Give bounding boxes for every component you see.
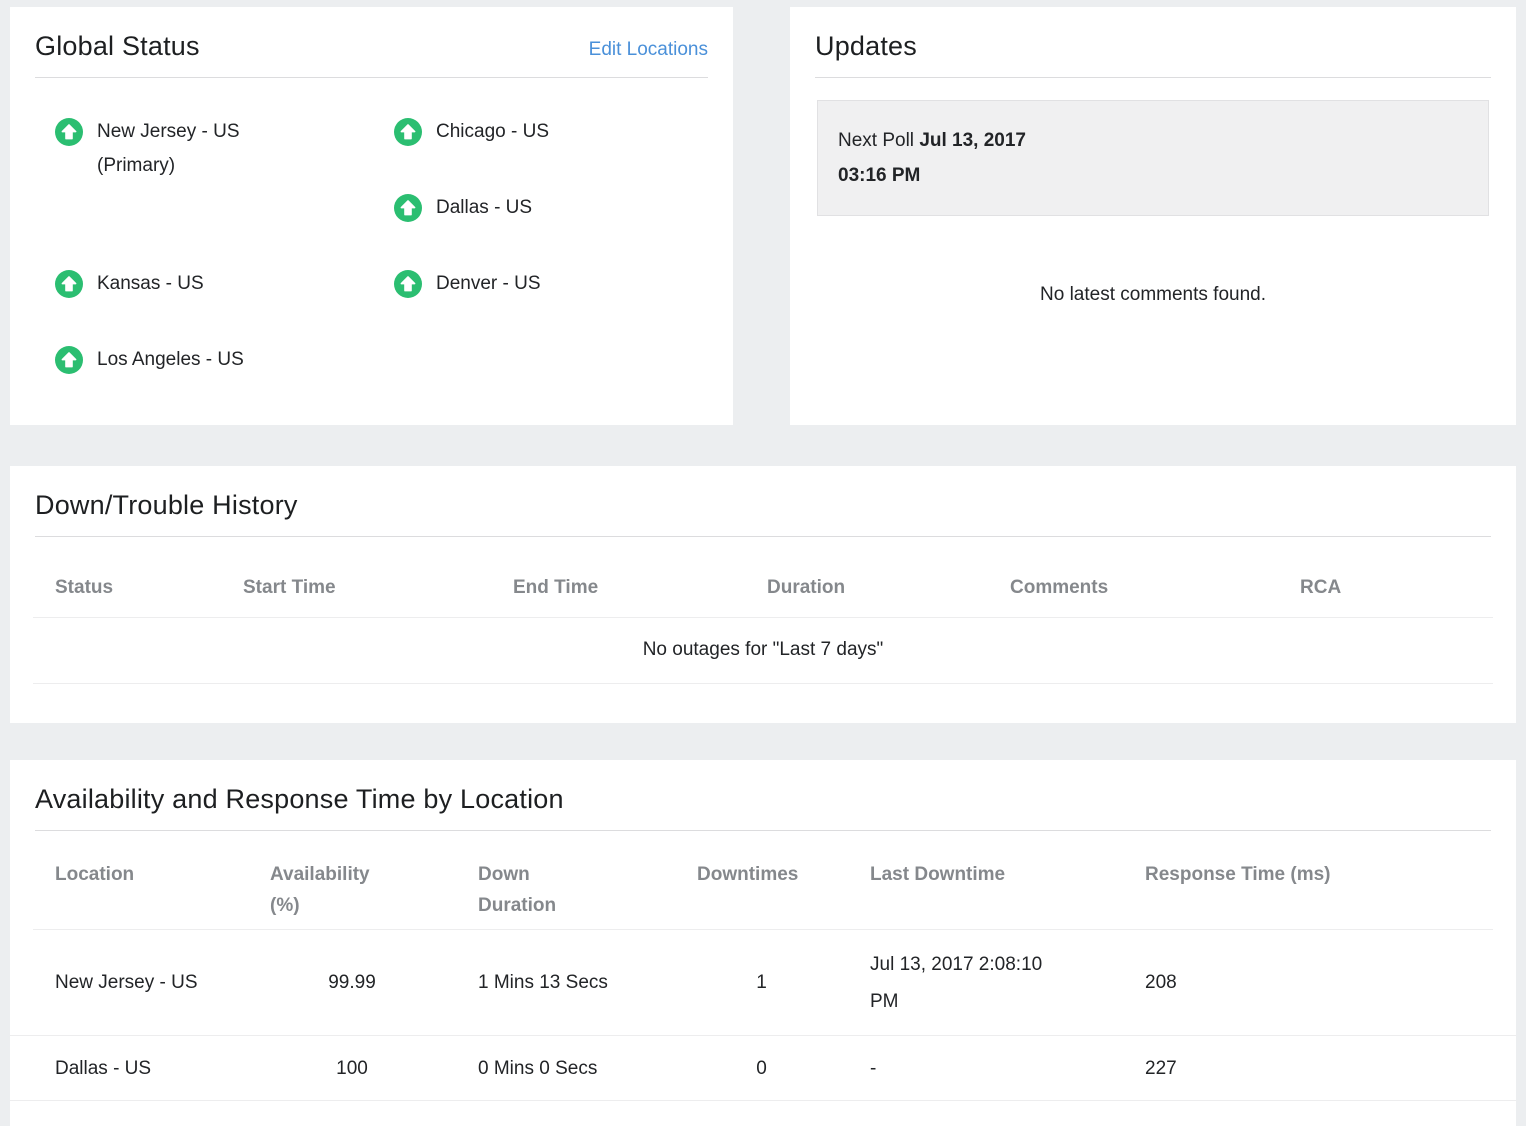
next-poll-label: Next Poll	[838, 130, 914, 151]
up-arrow-icon	[394, 270, 422, 298]
down-trouble-history-panel: Down/Trouble History Status Start Time E…	[10, 466, 1516, 723]
cell-availability: 100	[248, 1050, 456, 1087]
down-history-header: Down/Trouble History	[10, 466, 1516, 536]
location-item-new-jersey: New Jersey - US (Primary)	[55, 118, 394, 194]
column-header-rca: RCA	[1278, 575, 1493, 601]
cell-location: New Jersey - US	[33, 964, 248, 1001]
cell-downtimes: 0	[675, 1050, 848, 1087]
table-rule	[33, 683, 1493, 684]
location-item-denver: Denver - US	[394, 270, 733, 346]
location-name: Kansas - US	[97, 270, 204, 298]
global-status-header: Global Status Edit Locations	[10, 7, 733, 77]
column-header-location: Location	[33, 859, 248, 921]
updates-title: Updates	[815, 31, 917, 62]
availability-column-headers: Location Availability (%) Down Duration …	[10, 859, 1516, 921]
location-item-dallas: Dallas - US	[394, 194, 733, 270]
location-status-grid: New Jersey - US (Primary) Chicago - US	[10, 78, 733, 422]
column-header-start-time: Start Time	[221, 575, 491, 601]
down-history-divider	[35, 536, 1491, 537]
top-row: Global Status Edit Locations New Jersey …	[0, 0, 1526, 425]
table-row: Dallas - US 100 0 Mins 0 Secs 0 - 227	[10, 1036, 1516, 1101]
availability-panel: Availability and Response Time by Locati…	[10, 760, 1516, 1126]
cell-last-downtime: -	[848, 1050, 1053, 1087]
column-header-status: Status	[33, 575, 221, 601]
location-name: Los Angeles - US	[97, 346, 244, 374]
location-name: New Jersey - US	[97, 118, 240, 146]
edit-locations-link[interactable]: Edit Locations	[589, 39, 708, 61]
next-poll-box: Next Poll Jul 13, 2017 03:16 PM	[817, 100, 1489, 216]
location-name: Denver - US	[436, 270, 541, 298]
availability-header: Availability and Response Time by Locati…	[10, 760, 1516, 830]
availability-title: Availability and Response Time by Locati…	[35, 784, 564, 815]
up-arrow-icon	[55, 118, 83, 146]
up-arrow-icon	[394, 118, 422, 146]
no-comments-message: No latest comments found.	[790, 284, 1516, 306]
updates-header: Updates	[790, 7, 1516, 77]
global-status-panel: Global Status Edit Locations New Jersey …	[10, 7, 733, 425]
availability-divider	[35, 830, 1491, 831]
location-label: New Jersey - US (Primary)	[97, 118, 240, 180]
column-header-downtimes: Downtimes	[675, 859, 848, 921]
location-name: Chicago - US	[436, 118, 549, 146]
cell-location: Dallas - US	[33, 1050, 248, 1087]
next-poll-date: Jul 13, 2017	[919, 130, 1026, 151]
column-header-duration: Duration	[745, 575, 988, 601]
location-item-los-angeles: Los Angeles - US	[55, 346, 394, 422]
location-item-chicago: Chicago - US	[394, 118, 733, 194]
column-header-down-duration: Down Duration	[456, 859, 566, 921]
cell-down-duration: 1 Mins 13 Secs	[456, 964, 675, 1001]
cell-down-duration: 0 Mins 0 Secs	[456, 1050, 675, 1087]
column-header-end-time: End Time	[491, 575, 745, 601]
next-poll-time: 03:16 PM	[838, 165, 920, 186]
table-row: New Jersey - US 99.99 1 Mins 13 Secs 1 J…	[10, 930, 1516, 1036]
cell-response-time: 227	[1123, 1050, 1493, 1087]
down-history-column-headers: Status Start Time End Time Duration Comm…	[10, 575, 1516, 601]
location-name-secondary: (Primary)	[97, 152, 240, 180]
up-arrow-icon	[55, 346, 83, 374]
section-gap	[0, 723, 1526, 760]
column-header-availability: Availability (%)	[248, 859, 378, 921]
column-header-last-downtime: Last Downtime	[848, 859, 1123, 921]
column-header-response-time: Response Time (ms)	[1123, 859, 1493, 921]
cell-downtimes: 1	[675, 964, 848, 1001]
cell-availability: 99.99	[248, 964, 456, 1001]
global-status-title: Global Status	[35, 31, 200, 62]
up-arrow-icon	[394, 194, 422, 222]
cell-response-time: 208	[1123, 964, 1493, 1001]
location-name: Dallas - US	[436, 194, 532, 222]
up-arrow-icon	[55, 270, 83, 298]
down-history-title: Down/Trouble History	[35, 490, 298, 521]
column-header-comments: Comments	[988, 575, 1278, 601]
no-outages-message: No outages for "Last 7 days"	[10, 618, 1516, 683]
location-item-kansas: Kansas - US	[55, 270, 394, 346]
cell-last-downtime: Jul 13, 2017 2:08:10 PM	[848, 946, 1053, 1020]
section-gap	[0, 425, 1526, 466]
updates-panel: Updates Next Poll Jul 13, 2017 03:16 PM …	[790, 7, 1516, 425]
updates-divider	[815, 77, 1491, 78]
